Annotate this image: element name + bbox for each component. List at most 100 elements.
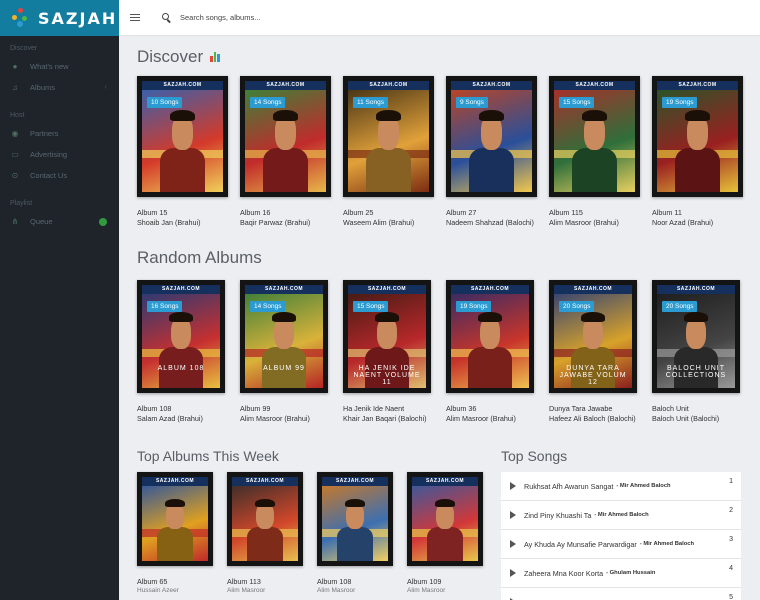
song-title[interactable]: Zaheera Mna Koor Korta: [524, 569, 603, 578]
album-title[interactable]: Album 25: [343, 208, 373, 217]
album-card[interactable]: SAZJAH.COM BALOCH UNIT COLLECTIONS 20 So…: [652, 280, 740, 423]
sidebar-item-queue[interactable]: ⋔ Queue: [0, 211, 119, 232]
play-icon[interactable]: [510, 540, 516, 548]
album-card[interactable]: SAZJAH.COM 19 Songs Album 36 Alim Masroor …: [446, 280, 534, 423]
album-cover[interactable]: SAZJAH.COM: [549, 76, 640, 197]
album-card[interactable]: SAZJAH.COM ALBUM 108 16 Songs Album 108 Sa…: [137, 280, 225, 423]
sidebar-item-albums[interactable]: ♫ Albums ‹: [0, 77, 119, 98]
play-icon[interactable]: [510, 569, 516, 577]
album-title[interactable]: Ha Jenik Ide Naent: [343, 404, 404, 413]
album-artist[interactable]: Alim Masroor: [317, 587, 355, 594]
album-card[interactable]: SAZJAH.COM Album 108 Alim Masroor: [317, 472, 393, 596]
album-cover[interactable]: SAZJAH.COM: [407, 472, 483, 566]
album-title[interactable]: Album 15: [137, 208, 167, 217]
search-icon[interactable]: [162, 13, 171, 23]
song-artist[interactable]: - Ghulam Hussain: [606, 570, 655, 576]
sidebar-item-partners[interactable]: ◉ Partners: [0, 123, 119, 144]
album-artist[interactable]: Waseem Alim (Brahui): [343, 218, 414, 227]
cover-site-label: SAZJAH.COM: [348, 285, 426, 294]
search-input[interactable]: [180, 13, 480, 22]
album-cover[interactable]: SAZJAH.COM BALOCH UNIT COLLECTIONS: [652, 280, 740, 393]
album-cover[interactable]: SAZJAH.COM: [343, 76, 434, 197]
song-row[interactable]: Zaheera Mna Koor Korta - Ghulam Hussain …: [501, 559, 741, 588]
album-cover[interactable]: SAZJAH.COM: [317, 472, 393, 566]
album-artist[interactable]: Baqir Parwaz (Brahui): [240, 218, 310, 227]
album-card[interactable]: SAZJAH.COM DUNYA TARA JAWABE VOLUM 12 20…: [549, 280, 637, 423]
album-artist[interactable]: Salam Azad (Brahui): [137, 414, 203, 423]
album-cover[interactable]: SAZJAH.COM HA JENIK IDE NAENT VOLUME 11: [343, 280, 431, 393]
sidebar-item-contact-us[interactable]: ⊙ Contact Us: [0, 165, 119, 186]
album-title[interactable]: Album 11: [652, 208, 682, 217]
song-row[interactable]: Rukhsat Afh Awarun Sangat - Mir Ahmed Ba…: [501, 472, 741, 501]
album-card[interactable]: SAZJAH.COM 10 Songs Album 15 Shoaib Jan (B…: [137, 76, 228, 227]
whatsapp-icon: ●: [12, 61, 18, 71]
album-cover[interactable]: SAZJAH.COM: [652, 76, 743, 197]
album-artist[interactable]: Khair Jan Baqari (Balochi): [343, 414, 427, 423]
album-artist[interactable]: Alim Masroor (Brahui): [549, 218, 619, 227]
album-card[interactable]: SAZJAH.COM 15 Songs Album 115 Alim Masroor…: [549, 76, 640, 227]
album-card[interactable]: SAZJAH.COM ALBUM 99 14 Songs Album 99 Alim…: [240, 280, 328, 423]
album-artist[interactable]: Hussain Azeer: [137, 587, 179, 594]
album-cover[interactable]: SAZJAH.COM: [137, 76, 228, 197]
sidebar-item-whats-new[interactable]: ● What's new: [0, 56, 119, 77]
album-title[interactable]: Album 65: [137, 577, 167, 586]
album-cover[interactable]: SAZJAH.COM DUNYA TARA JAWABE VOLUM 12: [549, 280, 637, 393]
song-row[interactable]: Zind Piny Khuashi Ta - Mir Ahmed Baloch …: [501, 501, 741, 530]
album-cover[interactable]: SAZJAH.COM: [446, 280, 534, 393]
album-artist[interactable]: Alim Masroor: [407, 587, 445, 594]
song-row[interactable]: Ay Khuda Ay Munsafie Parwardigar - Mir A…: [501, 530, 741, 559]
cover-site-label: SAZJAH.COM: [142, 285, 220, 294]
album-cover[interactable]: SAZJAH.COM ALBUM 108: [137, 280, 225, 393]
album-card[interactable]: SAZJAH.COM 9 Songs Album 27 Nadeem Shahzad…: [446, 76, 537, 227]
song-artist[interactable]: - Mir Ahmed Baloch: [616, 483, 670, 489]
album-card[interactable]: SAZJAH.COM 14 Songs Album 16 Baqir Parwaz …: [240, 76, 331, 227]
album-card[interactable]: SAZJAH.COM 11 Songs Album 25 Waseem Alim (…: [343, 76, 434, 227]
album-artist[interactable]: Alim Masroor (Brahui): [446, 414, 516, 423]
album-title[interactable]: Album 108: [317, 577, 351, 586]
album-card[interactable]: SAZJAH.COM Album 109 Alim Masroor: [407, 472, 483, 596]
album-artist[interactable]: Baloch Unit (Balochi): [652, 414, 719, 423]
play-icon[interactable]: [510, 511, 516, 519]
album-cover[interactable]: SAZJAH.COM ALBUM 99: [240, 280, 328, 393]
hamburger-menu-icon[interactable]: [130, 12, 140, 23]
sidebar-item-advertising[interactable]: ▭ Advertising: [0, 144, 119, 165]
advertising-icon: ▭: [11, 149, 19, 159]
song-row[interactable]: 5: [501, 588, 741, 600]
album-card[interactable]: SAZJAH.COM Album 113 Alim Masroor: [227, 472, 303, 596]
song-count-badge: 20 Songs: [662, 301, 698, 312]
album-title[interactable]: Album 115: [549, 208, 583, 217]
album-card[interactable]: SAZJAH.COM HA JENIK IDE NAENT VOLUME 11 …: [343, 280, 431, 423]
song-title[interactable]: Zind Piny Khuashi Ta: [524, 511, 591, 520]
album-cover[interactable]: SAZJAH.COM: [446, 76, 537, 197]
album-title[interactable]: Album 16: [240, 208, 270, 217]
album-artist[interactable]: Nadeem Shahzad (Balochi): [446, 218, 534, 227]
album-cover[interactable]: SAZJAH.COM: [227, 472, 303, 566]
song-artist[interactable]: - Mir Ahmed Baloch: [640, 541, 694, 547]
album-title[interactable]: Album 109: [407, 577, 441, 586]
album-artist[interactable]: Shoaib Jan (Brahui): [137, 218, 201, 227]
album-title[interactable]: Album 108: [137, 404, 171, 413]
album-cover[interactable]: SAZJAH.COM: [240, 76, 331, 197]
album-title[interactable]: Dunya Tara Jawabe: [549, 404, 612, 413]
album-title[interactable]: Album 36: [446, 404, 476, 413]
album-card[interactable]: SAZJAH.COM Album 65 Hussain Azeer: [137, 472, 213, 596]
brand-logo[interactable]: SAZJAH: [0, 0, 119, 36]
song-title[interactable]: Rukhsat Afh Awarun Sangat: [524, 482, 613, 491]
album-artist[interactable]: Noor Azad (Brahui): [652, 218, 713, 227]
album-cover[interactable]: SAZJAH.COM: [137, 472, 213, 566]
album-title[interactable]: Album 99: [240, 404, 270, 413]
song-rank: 1: [729, 478, 733, 485]
album-artist[interactable]: Hafeez Ali Baloch (Balochi): [549, 414, 636, 423]
album-card[interactable]: SAZJAH.COM 19 Songs Album 11 Noor Azad (Br…: [652, 76, 743, 227]
music-note-icon: ♫: [12, 82, 18, 92]
play-icon[interactable]: [510, 482, 516, 490]
song-title[interactable]: Ay Khuda Ay Munsafie Parwardigar: [524, 540, 637, 549]
album-title[interactable]: Baloch Unit: [652, 404, 689, 413]
cover-site-label: SAZJAH.COM: [657, 285, 735, 294]
album-title[interactable]: Album 113: [227, 577, 261, 586]
album-artist[interactable]: Alim Masroor (Brahui): [240, 414, 310, 423]
bar-chart-icon: [210, 51, 221, 62]
song-artist[interactable]: - Mir Ahmed Baloch: [594, 512, 648, 518]
album-title[interactable]: Album 27: [446, 208, 476, 217]
album-artist[interactable]: Alim Masroor: [227, 587, 265, 594]
